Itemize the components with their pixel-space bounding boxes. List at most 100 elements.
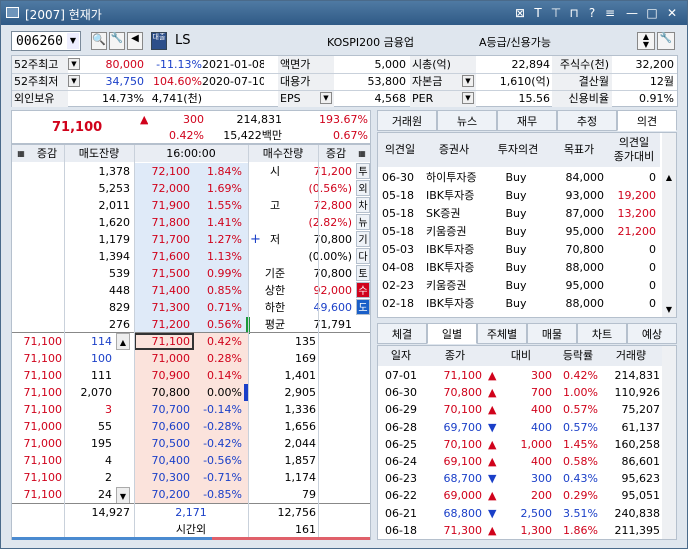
info-value: 4,568	[374, 92, 407, 105]
plus-icon[interactable]: +	[250, 231, 260, 248]
text-icon[interactable]: T	[531, 6, 545, 20]
speaker-icon[interactable]: ◀	[127, 32, 143, 50]
tab-0[interactable]: 거래원	[377, 110, 437, 131]
close-icon[interactable]: ✕	[665, 6, 679, 20]
info-label: 52주최저	[12, 73, 68, 90]
side-tab-4[interactable]: 기	[356, 231, 370, 247]
side-tab-1[interactable]: 외	[356, 180, 370, 196]
tab-1[interactable]: 일별	[427, 323, 477, 344]
side-tab-0[interactable]: 투	[356, 163, 370, 179]
bid-price[interactable]: 70,800	[134, 384, 191, 401]
bid-qty: 79	[302, 488, 316, 501]
bid-price[interactable]: 70,700	[134, 401, 191, 418]
tab-3[interactable]: 매물	[527, 323, 577, 344]
header-change-r[interactable]: 증감	[318, 145, 354, 162]
daily-header: 거래량	[600, 346, 662, 366]
tab-4[interactable]: 의견	[617, 110, 677, 131]
pin-icon[interactable]: ⊤	[549, 6, 563, 20]
scroll-up-icon[interactable]: ▲	[116, 333, 130, 350]
chevron-down-icon[interactable]: ▼	[462, 75, 474, 87]
maximize-icon[interactable]: □	[645, 6, 659, 20]
bid-rate: -0.28%	[203, 420, 242, 433]
settings-icon[interactable]: 🔧	[657, 32, 675, 50]
tab-5[interactable]: 예상	[627, 323, 677, 344]
daily-date: 06-18	[385, 523, 417, 537]
ask-price[interactable]: 71,400	[134, 282, 191, 299]
opinion-header: 투자의견	[486, 133, 550, 167]
ask-price[interactable]: 71,900	[134, 197, 191, 214]
chevron-down-icon[interactable]: ▼	[462, 92, 474, 104]
bid-price[interactable]: 70,400	[134, 452, 191, 469]
tab-0[interactable]: 체결	[377, 323, 427, 344]
ask-price[interactable]: 71,800	[134, 214, 191, 231]
ask-price[interactable]: 71,500	[134, 265, 191, 282]
chevron-down-icon[interactable]: ▼	[68, 75, 80, 87]
link-icon[interactable]: ⊓	[567, 6, 581, 20]
ask-price[interactable]: 72,100	[134, 163, 191, 180]
current-price: 71,100	[52, 120, 103, 135]
up-arrow-icon: ▲	[488, 369, 497, 382]
opinion-cell: 하이투자증	[426, 171, 477, 184]
side-tab-8[interactable]: 도	[356, 299, 370, 315]
ask-price[interactable]: 72,000	[134, 180, 191, 197]
info-value: -11.13%	[156, 58, 202, 71]
price-summary: 71,100 ▲ 300 0.42% 214,831 15,422백만 193.…	[11, 110, 371, 144]
minimize-icon[interactable]: —	[625, 6, 639, 20]
volume-ratio: 193.67%	[319, 113, 368, 126]
stock-code-input[interactable]: 006260 ▼	[11, 31, 81, 51]
up-arrow-icon: ▲	[488, 523, 497, 537]
scroll-up-icon[interactable]: ▲	[662, 169, 676, 186]
side-tab-7[interactable]: 수	[356, 282, 370, 298]
tab-2[interactable]: 주체별	[477, 323, 527, 344]
ask-price[interactable]: 71,600	[134, 248, 191, 265]
bid-price[interactable]: 70,900	[134, 367, 191, 384]
bid-price[interactable]: 70,300	[134, 469, 191, 486]
close-x-icon[interactable]: ⊠	[513, 6, 527, 20]
side-tab-2[interactable]: 차	[356, 197, 370, 213]
chevron-down-icon[interactable]: ▼	[67, 33, 79, 49]
grid-icon[interactable]: ▦	[12, 145, 30, 162]
help-icon[interactable]: ?	[585, 6, 599, 20]
chevron-down-icon[interactable]: ▼	[68, 58, 80, 70]
scroll-down-icon[interactable]: ▼	[662, 301, 676, 318]
header-buy: 매수잔량	[248, 145, 318, 162]
opinion-cell: 93,000	[565, 189, 605, 202]
side-label: 저	[269, 233, 281, 246]
opinion-table: 의견일 증권사 투자의견 목표가 의견일 종가대비 06-30 하이투자증 Buy 84,000…	[377, 132, 677, 318]
ask-price[interactable]: 71,700	[134, 231, 191, 248]
opinion-cell: 0	[649, 261, 656, 274]
tab-2[interactable]: 재무	[497, 110, 557, 131]
header-change-l[interactable]: 증감	[30, 145, 64, 162]
daily-close: 69,700	[443, 420, 483, 434]
scroll-down-icon[interactable]: ▼	[116, 487, 130, 504]
info-value: 80,000	[105, 58, 145, 71]
side-tab-5[interactable]: 다	[356, 248, 370, 264]
grid-icon[interactable]: ▦	[354, 145, 370, 162]
chevron-down-icon[interactable]: ▼	[320, 92, 332, 104]
ask-price[interactable]: 71,200	[134, 316, 191, 333]
side-tab-3[interactable]: 뉴	[356, 214, 370, 230]
search-icon[interactable]: 🔍	[91, 32, 107, 50]
bid-price[interactable]: 70,200	[134, 486, 191, 503]
daily-diff: 700	[531, 386, 552, 400]
bid-price[interactable]: 71,000	[134, 350, 191, 367]
scrollbar[interactable]	[662, 346, 676, 539]
side-tab-6[interactable]: 토	[356, 265, 370, 281]
orderbook: ▦ 증감 매도잔량 16:00:00 매수잔량 증감 ▦ 1,378 72,100 1.84% 5,…	[11, 144, 371, 540]
ask-price[interactable]: 71,300	[134, 299, 191, 316]
wrench-icon[interactable]: 🔧	[109, 32, 125, 50]
opinion-header: 의견일	[378, 133, 422, 167]
bid-price[interactable]: 70,600	[134, 418, 191, 435]
daily-close: 71,300	[443, 523, 483, 537]
bid-qty: 169	[295, 352, 316, 365]
tick-price: 71,100	[23, 471, 63, 484]
tab-1[interactable]: 뉴스	[437, 110, 497, 131]
tab-4[interactable]: 차트	[577, 323, 627, 344]
menu-icon[interactable]: ≡	[603, 6, 617, 20]
scrollbar[interactable]	[662, 133, 676, 317]
updown-icon[interactable]: ▲ ▼	[637, 32, 655, 50]
opinion-cell: 키움증권	[426, 279, 467, 292]
tab-3[interactable]: 추정	[557, 110, 617, 131]
opinion-cell: 0	[649, 297, 656, 310]
bid-price[interactable]: 70,500	[134, 435, 191, 452]
